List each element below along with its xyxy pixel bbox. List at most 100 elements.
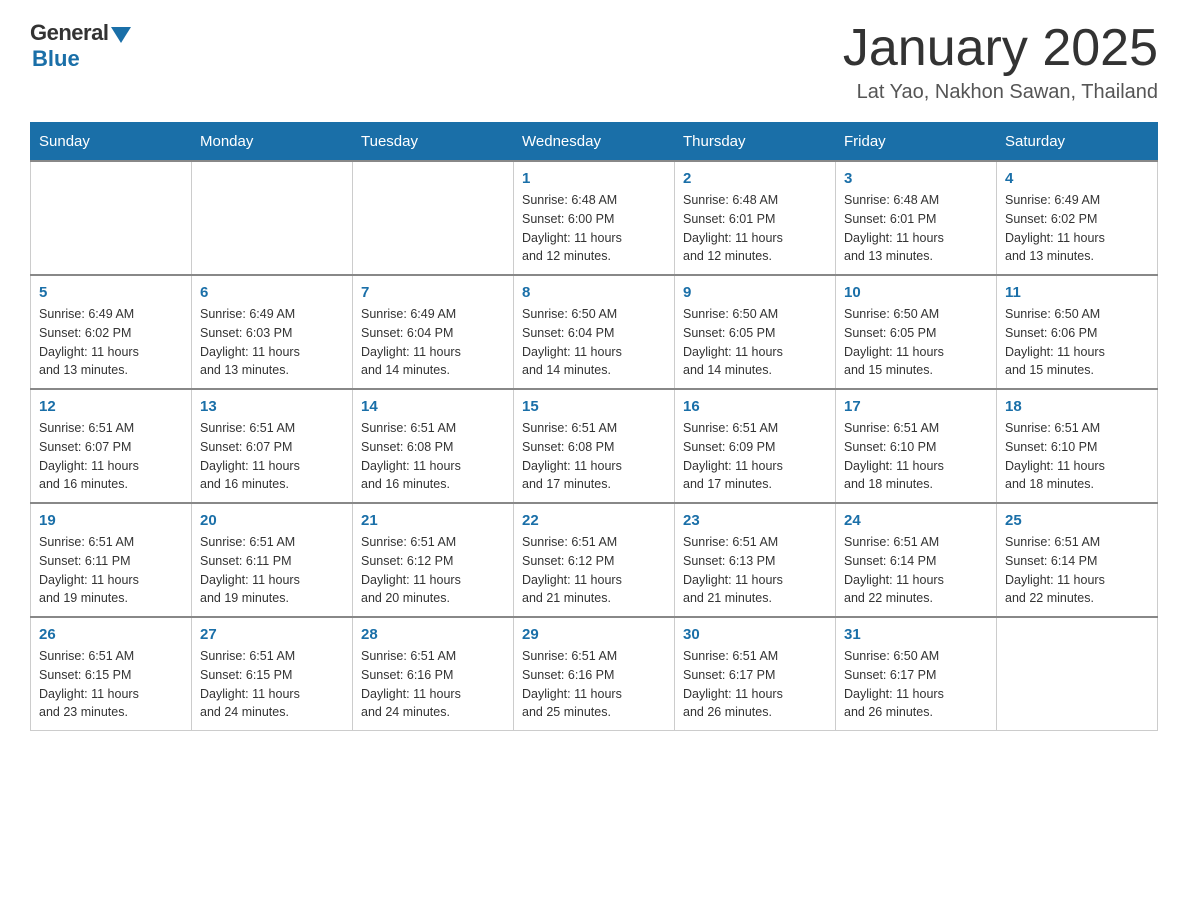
- day-number: 4: [1005, 170, 1149, 187]
- day-info: Sunrise: 6:51 AMSunset: 6:14 PMDaylight:…: [844, 533, 988, 608]
- day-info: Sunrise: 6:49 AMSunset: 6:03 PMDaylight:…: [200, 305, 344, 380]
- day-info: Sunrise: 6:51 AMSunset: 6:11 PMDaylight:…: [39, 533, 183, 608]
- day-number: 20: [200, 512, 344, 529]
- day-info: Sunrise: 6:49 AMSunset: 6:04 PMDaylight:…: [361, 305, 505, 380]
- day-number: 31: [844, 626, 988, 643]
- day-info: Sunrise: 6:51 AMSunset: 6:10 PMDaylight:…: [1005, 419, 1149, 494]
- calendar-cell: 4 Sunrise: 6:49 AMSunset: 6:02 PMDaylight…: [997, 161, 1158, 275]
- calendar-cell: 22 Sunrise: 6:51 AMSunset: 6:12 PMDayligh…: [514, 503, 675, 617]
- calendar-cell: 23 Sunrise: 6:51 AMSunset: 6:13 PMDayligh…: [675, 503, 836, 617]
- day-number: 2: [683, 170, 827, 187]
- calendar-cell: 16 Sunrise: 6:51 AMSunset: 6:09 PMDayligh…: [675, 389, 836, 503]
- day-number: 15: [522, 398, 666, 415]
- logo-arrow-icon: [111, 27, 131, 43]
- day-number: 21: [361, 512, 505, 529]
- day-number: 27: [200, 626, 344, 643]
- calendar-cell: 12 Sunrise: 6:51 AMSunset: 6:07 PMDayligh…: [31, 389, 192, 503]
- day-number: 22: [522, 512, 666, 529]
- calendar-table: SundayMondayTuesdayWednesdayThursdayFrid…: [30, 122, 1158, 731]
- day-number: 24: [844, 512, 988, 529]
- calendar-cell: [192, 161, 353, 275]
- day-info: Sunrise: 6:48 AMSunset: 6:00 PMDaylight:…: [522, 191, 666, 266]
- day-info: Sunrise: 6:49 AMSunset: 6:02 PMDaylight:…: [39, 305, 183, 380]
- day-number: 7: [361, 284, 505, 301]
- day-info: Sunrise: 6:51 AMSunset: 6:10 PMDaylight:…: [844, 419, 988, 494]
- logo: General Blue: [30, 20, 131, 72]
- calendar-cell: 26 Sunrise: 6:51 AMSunset: 6:15 PMDayligh…: [31, 617, 192, 731]
- day-number: 23: [683, 512, 827, 529]
- calendar-cell: 25 Sunrise: 6:51 AMSunset: 6:14 PMDayligh…: [997, 503, 1158, 617]
- calendar-cell: 18Sunrise: 6:51 AMSunset: 6:10 PMDayligh…: [997, 389, 1158, 503]
- day-number: 30: [683, 626, 827, 643]
- day-number: 25: [1005, 512, 1149, 529]
- calendar-cell: 13 Sunrise: 6:51 AMSunset: 6:07 PMDayligh…: [192, 389, 353, 503]
- day-info: Sunrise: 6:50 AMSunset: 6:04 PMDaylight:…: [522, 305, 666, 380]
- calendar-cell: 30Sunrise: 6:51 AMSunset: 6:17 PMDayligh…: [675, 617, 836, 731]
- day-number: 1: [522, 170, 666, 187]
- calendar-cell: 28 Sunrise: 6:51 AMSunset: 6:16 PMDayligh…: [353, 617, 514, 731]
- logo-general-text: General: [30, 20, 108, 46]
- day-number: 12: [39, 398, 183, 415]
- calendar-cell: 19 Sunrise: 6:51 AMSunset: 6:11 PMDayligh…: [31, 503, 192, 617]
- calendar-cell: 2 Sunrise: 6:48 AMSunset: 6:01 PMDaylight…: [675, 161, 836, 275]
- day-number: 28: [361, 626, 505, 643]
- day-info: Sunrise: 6:51 AMSunset: 6:14 PMDaylight:…: [1005, 533, 1149, 608]
- calendar-cell: 5 Sunrise: 6:49 AMSunset: 6:02 PMDaylight…: [31, 275, 192, 389]
- day-number: 29: [522, 626, 666, 643]
- day-info: Sunrise: 6:51 AMSunset: 6:07 PMDaylight:…: [200, 419, 344, 494]
- day-number: 6: [200, 284, 344, 301]
- calendar-day-header: Friday: [836, 123, 997, 162]
- title-section: January 2025 Lat Yao, Nakhon Sawan, Thai…: [843, 20, 1158, 104]
- calendar-cell: 15Sunrise: 6:51 AMSunset: 6:08 PMDayligh…: [514, 389, 675, 503]
- day-info: Sunrise: 6:51 AMSunset: 6:12 PMDaylight:…: [522, 533, 666, 608]
- calendar-week-row: 26 Sunrise: 6:51 AMSunset: 6:15 PMDayligh…: [31, 617, 1158, 731]
- calendar-cell: 9Sunrise: 6:50 AMSunset: 6:05 PMDaylight…: [675, 275, 836, 389]
- calendar-cell: 31Sunrise: 6:50 AMSunset: 6:17 PMDayligh…: [836, 617, 997, 731]
- day-number: 3: [844, 170, 988, 187]
- day-info: Sunrise: 6:51 AMSunset: 6:07 PMDaylight:…: [39, 419, 183, 494]
- calendar-cell: 27 Sunrise: 6:51 AMSunset: 6:15 PMDayligh…: [192, 617, 353, 731]
- day-number: 14: [361, 398, 505, 415]
- day-info: Sunrise: 6:49 AMSunset: 6:02 PMDaylight:…: [1005, 191, 1149, 266]
- day-info: Sunrise: 6:51 AMSunset: 6:12 PMDaylight:…: [361, 533, 505, 608]
- day-info: Sunrise: 6:50 AMSunset: 6:05 PMDaylight:…: [844, 305, 988, 380]
- day-info: Sunrise: 6:51 AMSunset: 6:13 PMDaylight:…: [683, 533, 827, 608]
- calendar-cell: 7 Sunrise: 6:49 AMSunset: 6:04 PMDaylight…: [353, 275, 514, 389]
- day-number: 5: [39, 284, 183, 301]
- location-subtitle: Lat Yao, Nakhon Sawan, Thailand: [843, 81, 1158, 104]
- calendar-day-header: Monday: [192, 123, 353, 162]
- day-info: Sunrise: 6:51 AMSunset: 6:15 PMDaylight:…: [39, 647, 183, 722]
- calendar-cell: [353, 161, 514, 275]
- day-number: 26: [39, 626, 183, 643]
- calendar-day-header: Tuesday: [353, 123, 514, 162]
- page-header: General Blue January 2025 Lat Yao, Nakho…: [30, 20, 1158, 104]
- calendar-cell: 21 Sunrise: 6:51 AMSunset: 6:12 PMDayligh…: [353, 503, 514, 617]
- calendar-cell: 14Sunrise: 6:51 AMSunset: 6:08 PMDayligh…: [353, 389, 514, 503]
- calendar-header-row: SundayMondayTuesdayWednesdayThursdayFrid…: [31, 123, 1158, 162]
- calendar-week-row: 19 Sunrise: 6:51 AMSunset: 6:11 PMDayligh…: [31, 503, 1158, 617]
- logo-blue-text: Blue: [32, 46, 80, 72]
- calendar-cell: 3Sunrise: 6:48 AMSunset: 6:01 PMDaylight…: [836, 161, 997, 275]
- day-number: 13: [200, 398, 344, 415]
- day-number: 11: [1005, 284, 1149, 301]
- calendar-cell: 20Sunrise: 6:51 AMSunset: 6:11 PMDayligh…: [192, 503, 353, 617]
- calendar-day-header: Wednesday: [514, 123, 675, 162]
- calendar-week-row: 1 Sunrise: 6:48 AMSunset: 6:00 PMDaylight…: [31, 161, 1158, 275]
- day-info: Sunrise: 6:51 AMSunset: 6:15 PMDaylight:…: [200, 647, 344, 722]
- day-number: 16: [683, 398, 827, 415]
- day-info: Sunrise: 6:51 AMSunset: 6:16 PMDaylight:…: [522, 647, 666, 722]
- calendar-cell: [997, 617, 1158, 731]
- day-number: 17: [844, 398, 988, 415]
- calendar-cell: 29 Sunrise: 6:51 AMSunset: 6:16 PMDayligh…: [514, 617, 675, 731]
- calendar-cell: 11 Sunrise: 6:50 AMSunset: 6:06 PMDayligh…: [997, 275, 1158, 389]
- calendar-week-row: 12 Sunrise: 6:51 AMSunset: 6:07 PMDayligh…: [31, 389, 1158, 503]
- day-info: Sunrise: 6:48 AMSunset: 6:01 PMDaylight:…: [683, 191, 827, 266]
- day-info: Sunrise: 6:51 AMSunset: 6:16 PMDaylight:…: [361, 647, 505, 722]
- calendar-cell: 6 Sunrise: 6:49 AMSunset: 6:03 PMDaylight…: [192, 275, 353, 389]
- calendar-cell: 17 Sunrise: 6:51 AMSunset: 6:10 PMDayligh…: [836, 389, 997, 503]
- day-number: 8: [522, 284, 666, 301]
- day-number: 19: [39, 512, 183, 529]
- day-number: 9: [683, 284, 827, 301]
- day-info: Sunrise: 6:51 AMSunset: 6:09 PMDaylight:…: [683, 419, 827, 494]
- day-info: Sunrise: 6:50 AMSunset: 6:06 PMDaylight:…: [1005, 305, 1149, 380]
